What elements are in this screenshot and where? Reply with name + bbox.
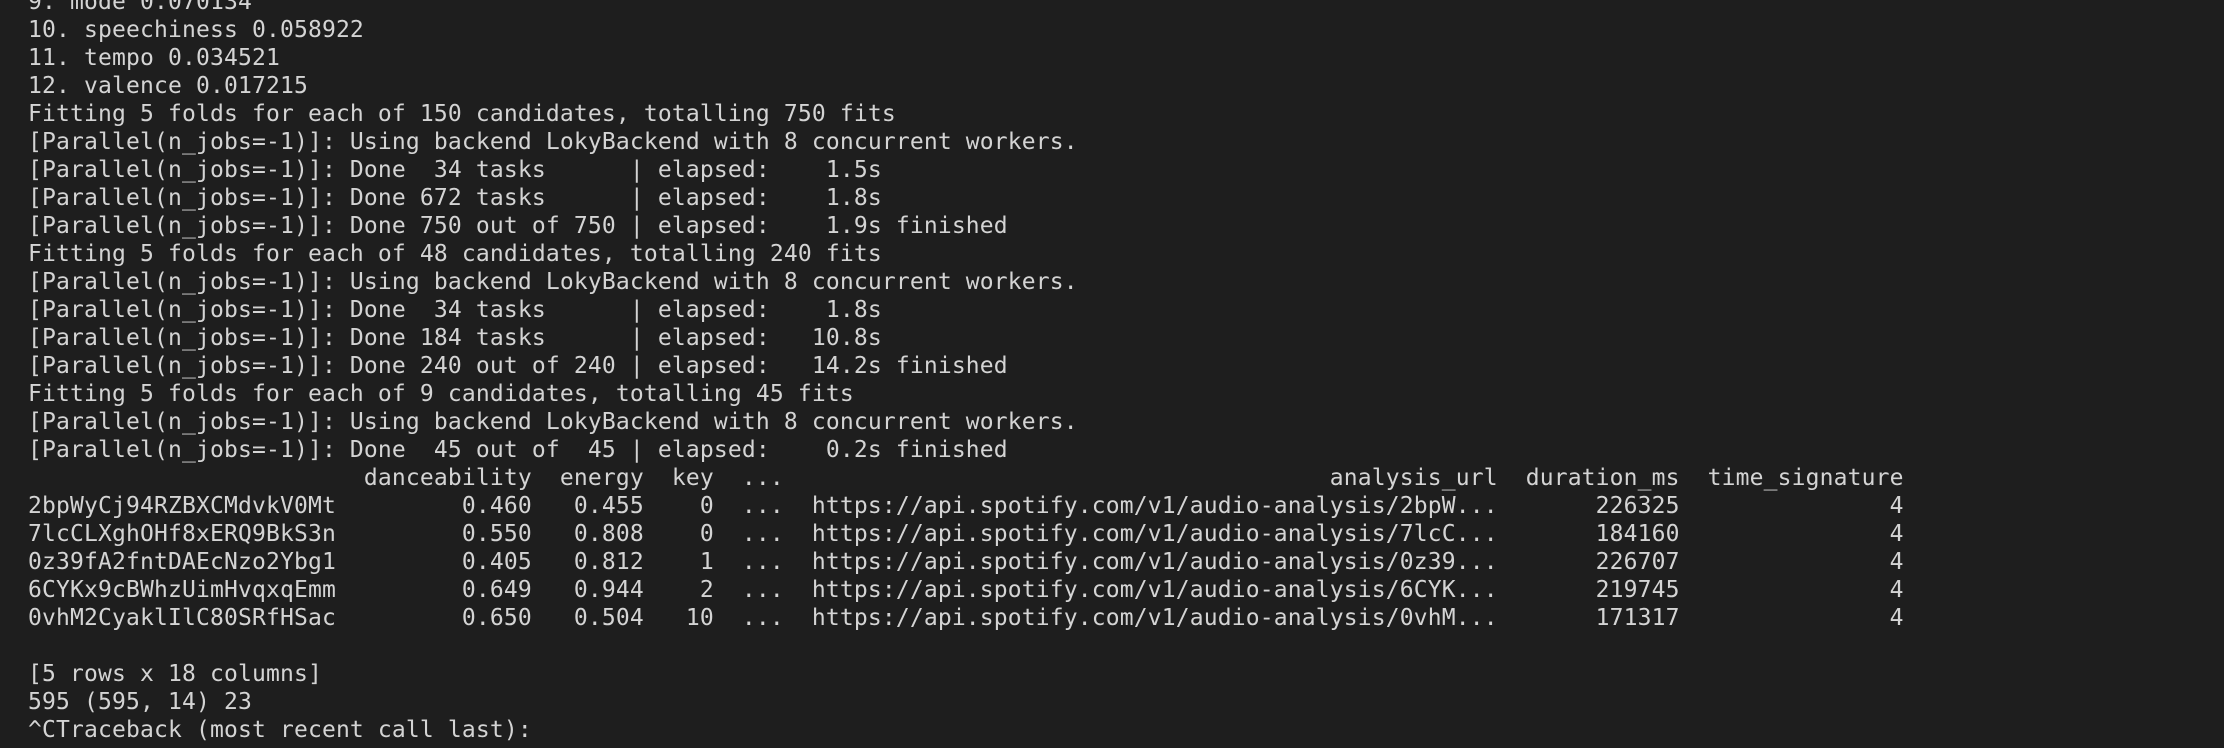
output-line: [Parallel(n_jobs=-1)]: Using backend Lok… xyxy=(28,269,1078,295)
output-line: 12. valence 0.017215 xyxy=(28,73,308,99)
terminal-window[interactable]: 9. mode 0.070134 10. speechiness 0.05892… xyxy=(0,0,2224,748)
dataframe-row: 7lcCLXghOHf8xERQ9BkS3n 0.550 0.808 0 ...… xyxy=(28,521,1904,547)
dataframe-row: 0z39fA2fntDAEcNzo2Ybg1 0.405 0.812 1 ...… xyxy=(28,549,1904,575)
dataframe-row: 2bpWyCj94RZBXCMdvkV0Mt 0.460 0.455 0 ...… xyxy=(28,493,1904,519)
dataframe-row: 6CYKx9cBWhzUimHvqxqEmm 0.649 0.944 2 ...… xyxy=(28,577,1904,603)
traceback-line: ^CTraceback (most recent call last): xyxy=(28,717,532,743)
dataframe-header-line: danceability energy key ... analysis_url… xyxy=(28,465,1904,491)
dataframe-shape-line: [5 rows x 18 columns] xyxy=(28,661,322,687)
output-line: [Parallel(n_jobs=-1)]: Done 672 tasks | … xyxy=(28,185,882,211)
output-line: [Parallel(n_jobs=-1)]: Done 34 tasks | e… xyxy=(28,157,882,183)
dataframe-row: 0vhM2CyaklIlC80SRfHSac 0.650 0.504 10 ..… xyxy=(28,605,1904,631)
output-line: Fitting 5 folds for each of 150 candidat… xyxy=(28,101,896,127)
output-line: [Parallel(n_jobs=-1)]: Using backend Lok… xyxy=(28,409,1078,435)
output-line: [Parallel(n_jobs=-1)]: Using backend Lok… xyxy=(28,129,1078,155)
output-line: Fitting 5 folds for each of 48 candidate… xyxy=(28,241,882,267)
terminal-output: 9. mode 0.070134 10. speechiness 0.05892… xyxy=(28,0,1904,744)
output-line: 11. tempo 0.034521 xyxy=(28,45,280,71)
output-line: 10. speechiness 0.058922 xyxy=(28,17,364,43)
output-line: [Parallel(n_jobs=-1)]: Done 240 out of 2… xyxy=(28,353,1008,379)
output-line: [Parallel(n_jobs=-1)]: Done 45 out of 45… xyxy=(28,437,1008,463)
output-line: 595 (595, 14) 23 xyxy=(28,689,252,715)
output-line: [Parallel(n_jobs=-1)]: Done 184 tasks | … xyxy=(28,325,882,351)
output-line: 9. mode 0.070134 xyxy=(28,0,252,15)
output-line: [Parallel(n_jobs=-1)]: Done 750 out of 7… xyxy=(28,213,1008,239)
output-line: [Parallel(n_jobs=-1)]: Done 34 tasks | e… xyxy=(28,297,882,323)
output-line: Fitting 5 folds for each of 9 candidates… xyxy=(28,381,854,407)
